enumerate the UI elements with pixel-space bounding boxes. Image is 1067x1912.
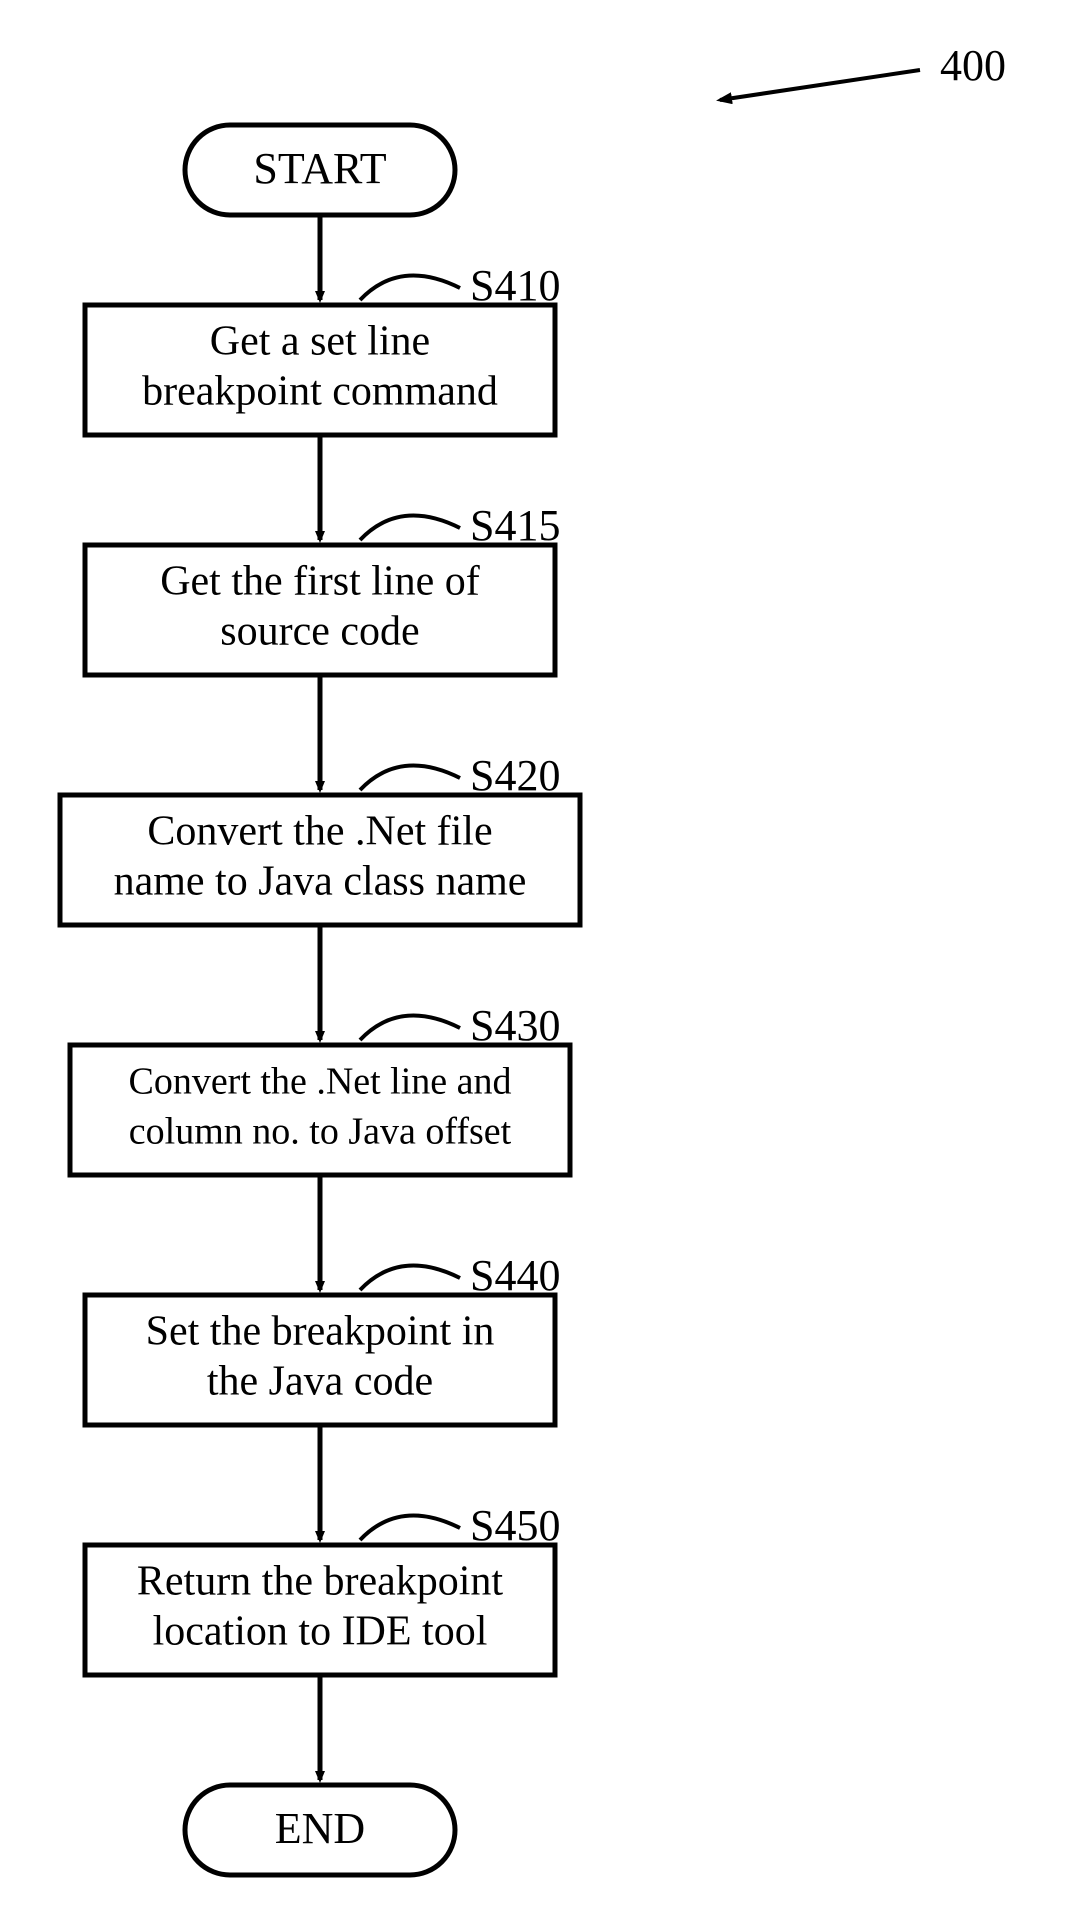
step-s410-box: Get a set line breakpoint command <box>85 305 555 435</box>
figure-ref-text: 400 <box>940 41 1006 90</box>
step-s440-box: Set the breakpoint in the Java code <box>85 1295 555 1425</box>
s430-line1: Convert the .Net line and <box>128 1061 511 1103</box>
s415-line2: source code <box>220 609 419 655</box>
s415-line1: Get the first line of <box>160 559 480 605</box>
s410-line2: breakpoint command <box>142 369 498 415</box>
s420-line2: name to Java class name <box>114 859 527 905</box>
figure-ref-leader: 400 <box>720 41 1006 100</box>
step-s430-box: Convert the .Net line and column no. to … <box>70 1045 570 1175</box>
s440-line2: the Java code <box>207 1359 433 1405</box>
start-terminal: START <box>185 125 455 215</box>
s450-line2: location to IDE tool <box>153 1609 488 1655</box>
s420-line1: Convert the .Net file <box>147 809 492 855</box>
s410-line1: Get a set line <box>210 319 430 365</box>
step-s450-box: Return the breakpoint location to IDE to… <box>85 1545 555 1675</box>
s450-line1: Return the breakpoint <box>137 1559 504 1605</box>
end-terminal: END <box>185 1785 455 1875</box>
s440-line1: Set the breakpoint in <box>146 1309 495 1355</box>
s430-line2: column no. to Java offset <box>129 1111 512 1153</box>
start-label: START <box>253 144 386 193</box>
end-label: END <box>275 1804 365 1853</box>
step-s420-box: Convert the .Net file name to Java class… <box>60 795 580 925</box>
step-s415-box: Get the first line of source code <box>85 545 555 675</box>
